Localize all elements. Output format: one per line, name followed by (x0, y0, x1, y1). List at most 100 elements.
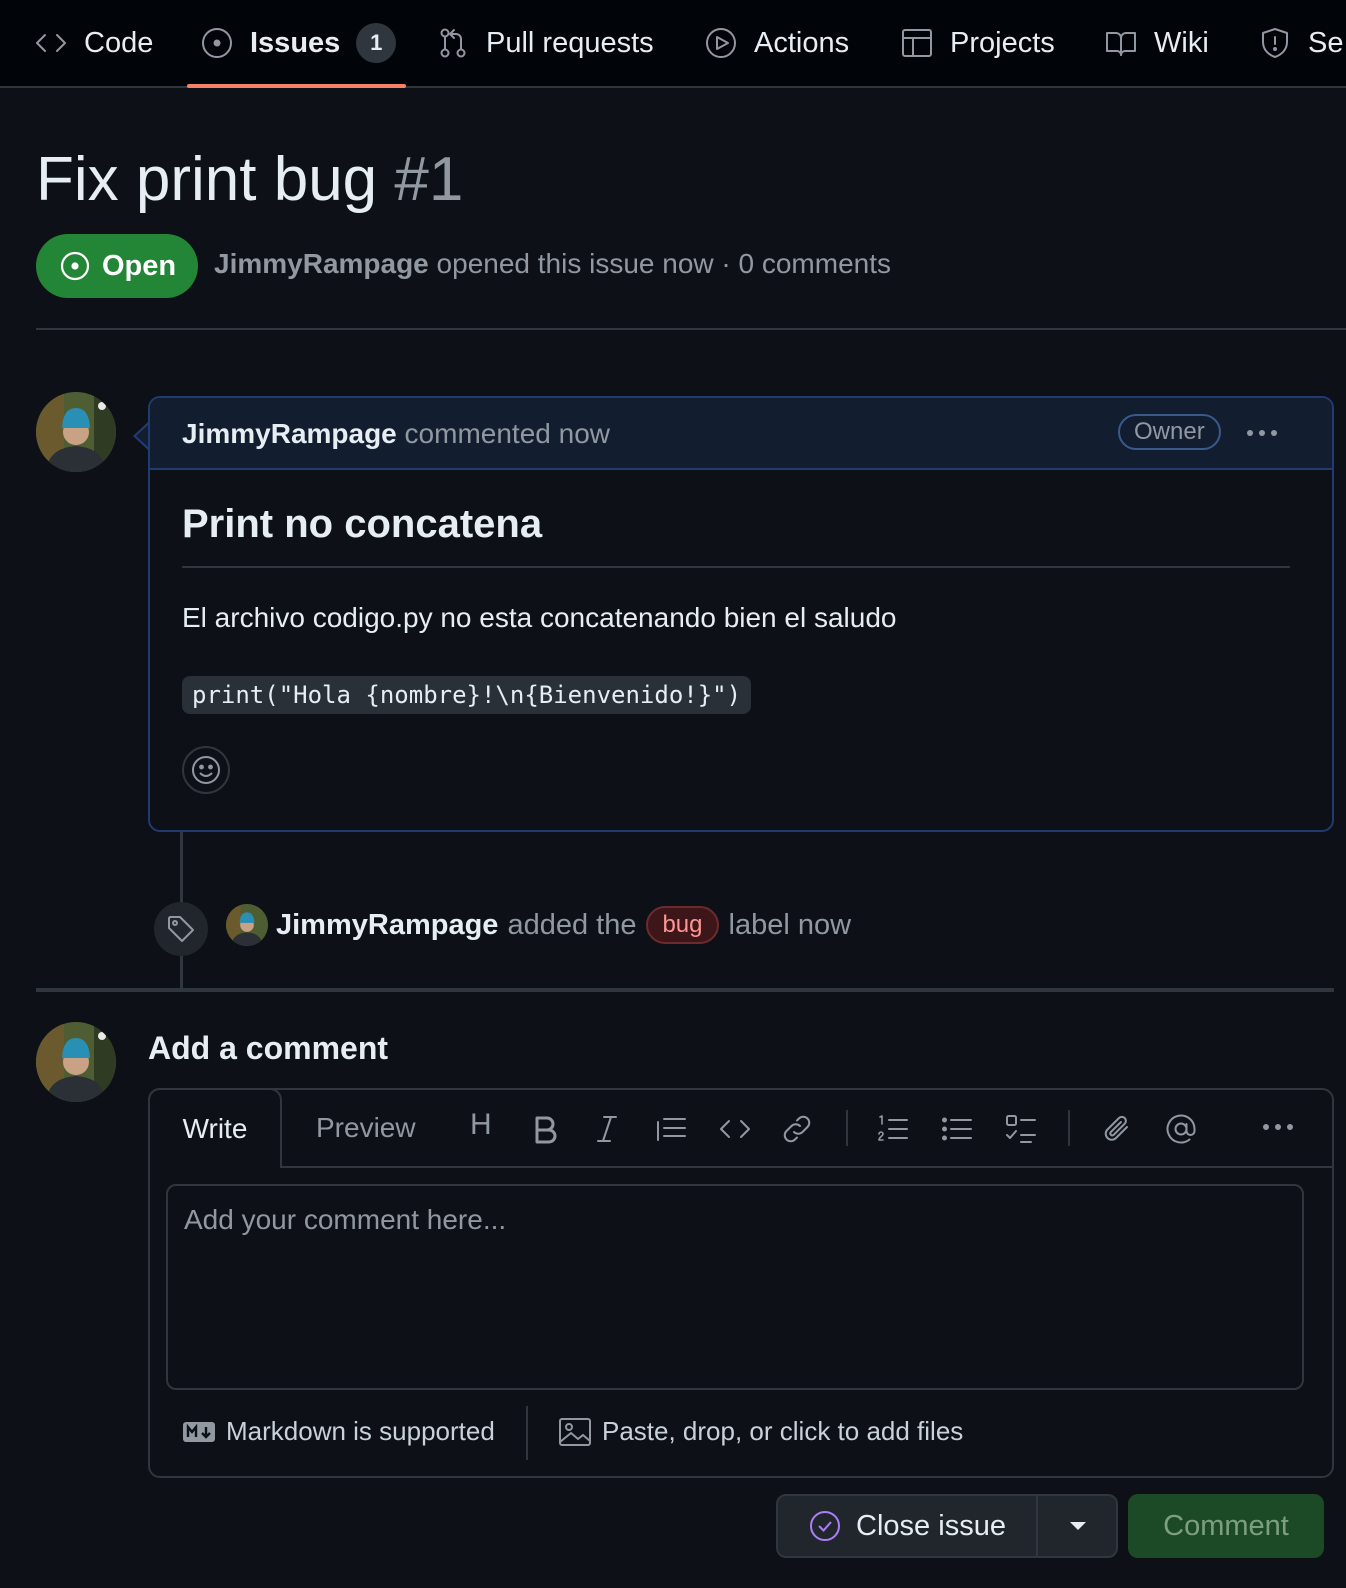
footer-separator (526, 1406, 528, 1460)
kebab-horizontal-icon (1263, 1124, 1293, 1130)
table-icon (900, 26, 934, 60)
ordered-list-button[interactable] (876, 1112, 910, 1146)
owner-badge: Owner (1118, 414, 1221, 450)
tab-label: Code (84, 26, 154, 59)
smiley-icon (190, 754, 222, 786)
event-prefix: added the (507, 908, 637, 941)
tab-actions[interactable]: Actions (704, 0, 849, 86)
close-issue-button[interactable]: Close issue (778, 1496, 1036, 1556)
tab-wiki[interactable]: Wiki (1104, 0, 1209, 86)
mention-icon (1164, 1112, 1198, 1146)
tab-security[interactable]: Se (1258, 0, 1343, 86)
editor-more-button[interactable] (1258, 1112, 1298, 1142)
bold-icon (528, 1112, 562, 1146)
avatar[interactable] (36, 1022, 116, 1102)
link-icon (780, 1112, 814, 1146)
label-event: JimmyRampage added the bug label now (276, 906, 851, 944)
toolbar-separator (1068, 1110, 1070, 1146)
avatar[interactable] (36, 392, 116, 472)
code-icon (718, 1112, 752, 1146)
issues-count-badge: 1 (356, 23, 397, 63)
file-upload-area[interactable]: Paste, drop, or click to add files (558, 1416, 963, 1447)
shield-icon (1258, 26, 1292, 60)
tab-label: Actions (754, 26, 850, 59)
link-button[interactable] (780, 1112, 814, 1146)
issue-title: Fix print bug #1 (36, 140, 463, 220)
inline-code: print("Hola {nombre}!\n{Bienvenido!}") (182, 676, 752, 714)
issue-opened-icon (58, 249, 92, 283)
tab-label: Wiki (1154, 26, 1209, 59)
issue-meta-text: opened this issue now · 0 comments (436, 248, 891, 279)
comment-paragraph: El archivo codigo.py no esta concatenand… (182, 602, 897, 633)
book-icon (1104, 26, 1138, 60)
issue-opened-icon (200, 26, 234, 60)
issue-comment: JimmyRampage commented now Owner Print n… (148, 396, 1334, 832)
tab-label: Issues (250, 26, 341, 59)
avatar[interactable] (226, 904, 268, 946)
markdown-note-text: Markdown is supported (226, 1416, 495, 1446)
header-divider (36, 328, 1346, 330)
bold-button[interactable] (528, 1112, 562, 1146)
tab-pull-requests[interactable]: Pull requests (436, 0, 654, 86)
image-icon (558, 1417, 592, 1447)
timeline-divider (36, 988, 1334, 992)
comment-heading: Print no concatena (182, 502, 543, 546)
issue-state-label: Open (101, 249, 177, 282)
add-reaction-button[interactable] (182, 746, 230, 794)
list-unordered-icon (940, 1112, 974, 1146)
bug-label[interactable]: bug (646, 906, 719, 944)
editor-toolbar: Write Preview H (148, 1088, 1332, 1168)
event-actor-link[interactable]: JimmyRampage (276, 909, 498, 942)
issue-title-text: Fix print bug (36, 145, 378, 214)
task-list-button[interactable] (1004, 1112, 1038, 1146)
repo-nav: Code Issues 1 Pull requests Actions Proj… (0, 0, 1346, 88)
comment-action: commented now (404, 418, 610, 449)
italic-button[interactable] (590, 1112, 624, 1146)
issue-author-link[interactable]: JimmyRampage (214, 248, 429, 279)
comment-header-text: JimmyRampage commented now (182, 418, 610, 450)
git-pull-request-icon (436, 26, 470, 60)
issue-closed-icon (808, 1509, 842, 1543)
comment-options-button[interactable] (1242, 418, 1282, 448)
tag-icon (166, 914, 196, 944)
issue-number: #1 (394, 145, 464, 214)
file-upload-text: Paste, drop, or click to add files (602, 1416, 964, 1446)
comment-textarea[interactable] (166, 1184, 1304, 1390)
tab-label: Pull requests (486, 26, 654, 59)
heading-button[interactable]: H (470, 1108, 492, 1142)
comment-author-link[interactable]: JimmyRampage (182, 418, 397, 449)
tab-label: Se (1308, 26, 1344, 59)
event-suffix: label now (728, 908, 852, 941)
active-tab-indicator (187, 84, 406, 88)
tasklist-icon (1004, 1112, 1038, 1146)
code-icon (34, 26, 68, 60)
heading-rule (182, 566, 1290, 568)
mention-button[interactable] (1164, 1112, 1198, 1146)
attach-button[interactable] (1100, 1112, 1134, 1146)
kebab-horizontal-icon (1247, 430, 1277, 436)
comment-submit-button[interactable]: Comment (1128, 1494, 1324, 1558)
paperclip-icon (1100, 1112, 1134, 1146)
code-button[interactable] (718, 1112, 752, 1146)
quote-icon (654, 1112, 688, 1146)
tab-label: Projects (950, 26, 1055, 59)
add-comment-title: Add a comment (148, 1030, 389, 1066)
issue-meta: JimmyRampage opened this issue now · 0 c… (214, 248, 891, 280)
issue-state-badge: Open (36, 234, 198, 298)
toolbar-separator (846, 1110, 848, 1146)
timeline-badge (154, 902, 208, 956)
tab-projects[interactable]: Projects (900, 0, 1055, 86)
tab-issues[interactable]: Issues 1 (200, 0, 397, 86)
play-icon (704, 26, 738, 60)
markdown-note[interactable]: Markdown is supported (182, 1416, 495, 1447)
close-issue-dropdown-button[interactable] (1038, 1496, 1118, 1556)
tab-code[interactable]: Code (34, 0, 153, 86)
close-issue-button-group: Close issue (776, 1494, 1118, 1558)
close-issue-label: Close issue (856, 1509, 1006, 1542)
tab-write[interactable]: Write (148, 1088, 282, 1168)
unordered-list-button[interactable] (940, 1112, 974, 1146)
triangle-down-icon (1068, 1520, 1088, 1532)
tab-preview[interactable]: Preview (316, 1090, 416, 1166)
list-ordered-icon (876, 1112, 910, 1146)
quote-button[interactable] (654, 1112, 688, 1146)
